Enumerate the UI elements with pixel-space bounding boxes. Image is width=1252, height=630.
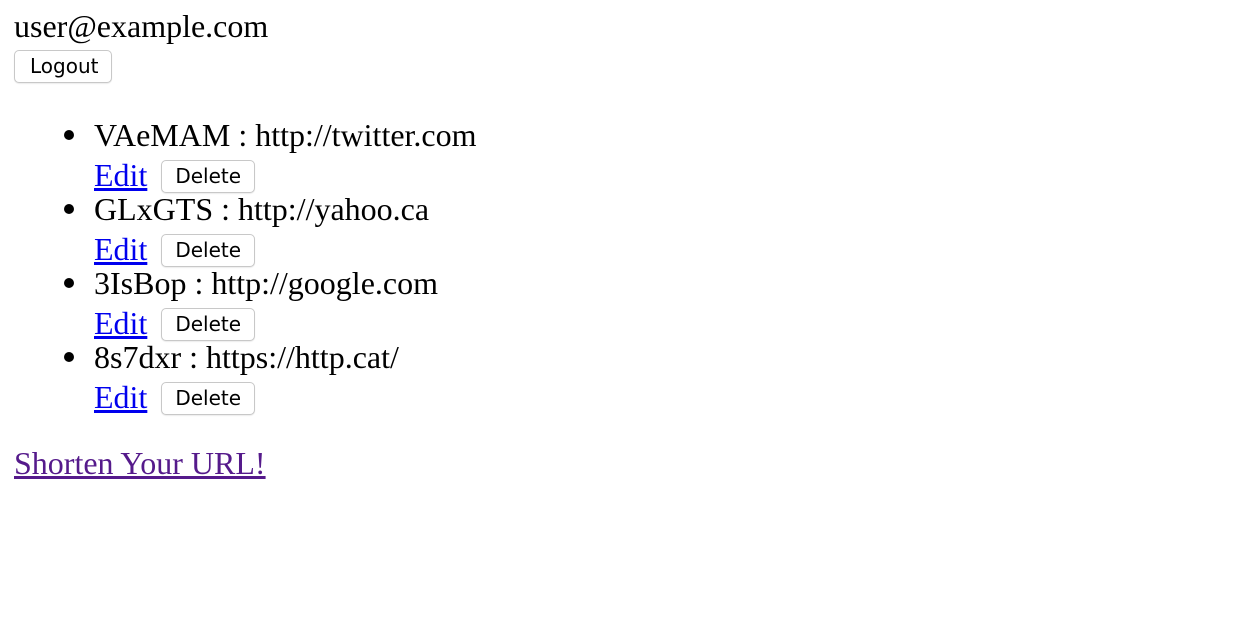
delete-button[interactable]: Delete bbox=[161, 160, 256, 194]
long-url: http://twitter.com bbox=[255, 117, 477, 154]
shorten-url-link[interactable]: Shorten Your URL! bbox=[14, 445, 266, 481]
url-line: VAeMAM : http://twitter.com bbox=[94, 117, 1238, 153]
url-actions: Edit Delete bbox=[94, 153, 1238, 194]
page: user@example.com Logout VAeMAM : http://… bbox=[0, 0, 1252, 482]
long-url: http://google.com bbox=[211, 265, 438, 302]
separator: : bbox=[230, 117, 256, 154]
delete-button[interactable]: Delete bbox=[161, 234, 256, 268]
edit-link[interactable]: Edit bbox=[94, 305, 147, 341]
long-url: https://http.cat/ bbox=[206, 339, 399, 376]
url-list: VAeMAM : http://twitter.com Edit Delete … bbox=[14, 117, 1238, 416]
url-item: 8s7dxr : https://http.cat/ Edit Delete bbox=[64, 339, 1238, 416]
bullet-icon bbox=[64, 204, 74, 215]
url-actions: Edit Delete bbox=[94, 375, 1238, 416]
delete-button[interactable]: Delete bbox=[161, 382, 256, 416]
edit-link[interactable]: Edit bbox=[94, 231, 147, 267]
short-url: 3IsBop bbox=[94, 265, 187, 302]
bullet-icon bbox=[64, 278, 74, 289]
url-actions: Edit Delete bbox=[94, 227, 1238, 268]
edit-link[interactable]: Edit bbox=[94, 157, 147, 193]
edit-link[interactable]: Edit bbox=[94, 379, 147, 415]
url-line: GLxGTS : http://yahoo.ca bbox=[94, 191, 1238, 227]
url-item: GLxGTS : http://yahoo.ca Edit Delete bbox=[64, 191, 1238, 268]
short-url: GLxGTS bbox=[94, 191, 214, 228]
url-actions: Edit Delete bbox=[94, 301, 1238, 342]
separator: : bbox=[186, 265, 212, 302]
delete-button[interactable]: Delete bbox=[161, 308, 256, 342]
short-url: 8s7dxr bbox=[94, 339, 182, 376]
logout-button[interactable]: Logout bbox=[14, 50, 113, 84]
user-email: user@example.com bbox=[14, 8, 269, 44]
short-url: VAeMAM bbox=[94, 117, 231, 154]
long-url: http://yahoo.ca bbox=[238, 191, 430, 228]
url-item: VAeMAM : http://twitter.com Edit Delete bbox=[64, 117, 1238, 194]
bullet-icon bbox=[64, 130, 74, 141]
url-item: 3IsBop : http://google.com Edit Delete bbox=[64, 265, 1238, 342]
url-line: 3IsBop : http://google.com bbox=[94, 265, 1238, 301]
url-line: 8s7dxr : https://http.cat/ bbox=[94, 339, 1238, 375]
separator: : bbox=[213, 191, 238, 228]
separator: : bbox=[181, 339, 206, 376]
bullet-icon bbox=[64, 352, 74, 363]
